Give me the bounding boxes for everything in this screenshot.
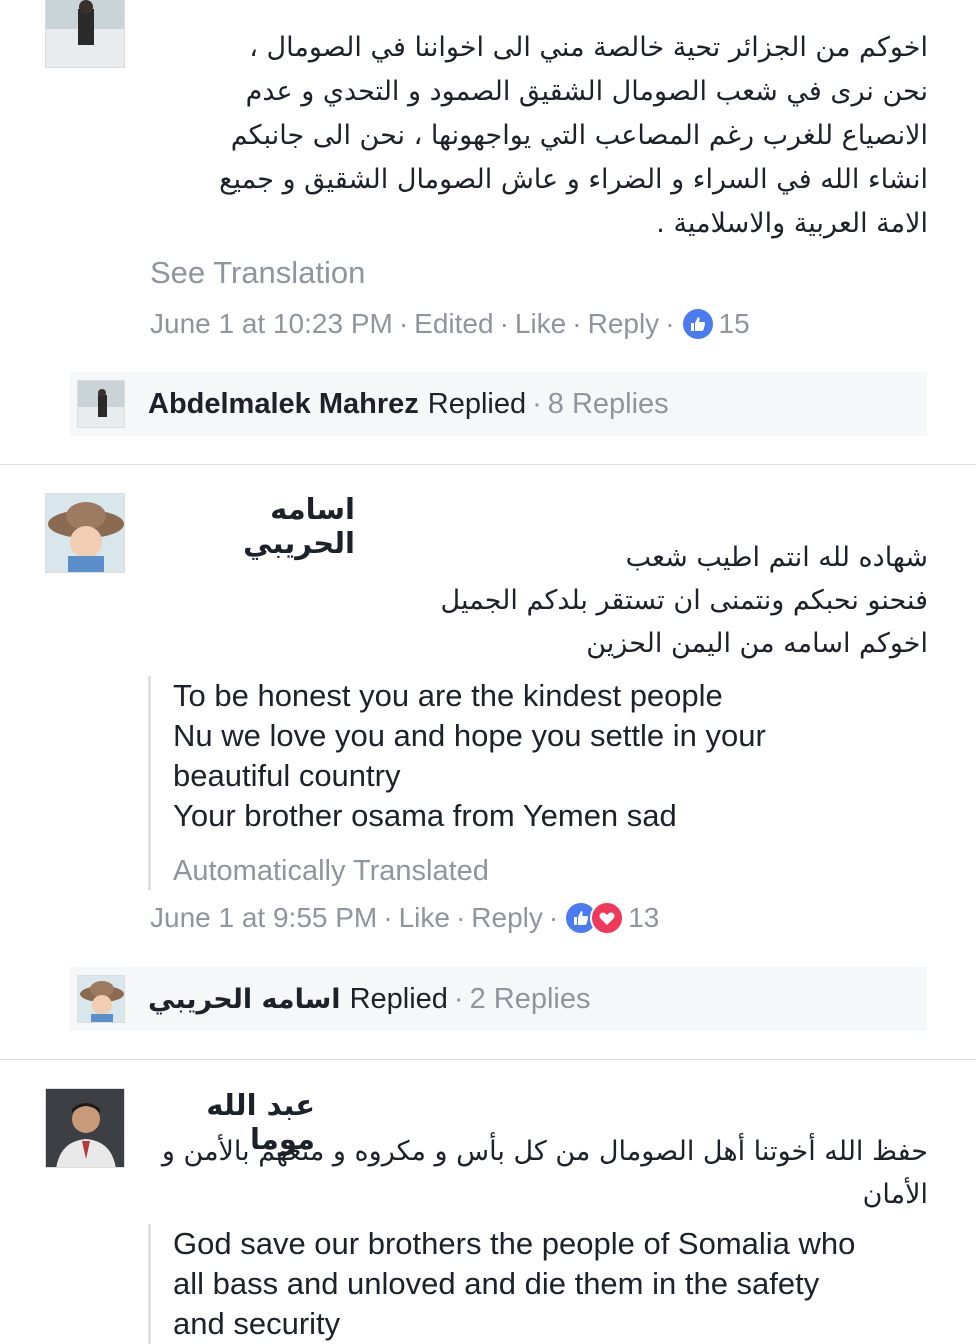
reaction-count[interactable]: 15 <box>719 308 750 340</box>
like-button[interactable]: Like <box>399 902 450 934</box>
comment-line: اخوكم من الجزائر تحية خالصة مني الى اخوا… <box>249 32 928 63</box>
comment-line: انشاء الله في السراء و الضراء و عاش الصو… <box>219 164 928 195</box>
translation-line: all bass and unloved and die them in the… <box>173 1266 820 1301</box>
comment-meta: June 1 at 9:55 PM · Like · Reply · 13 <box>150 898 659 938</box>
comment-line: نحن نرى في شعب الصومال الشقيق الصمود و ا… <box>245 76 928 107</box>
separator: · <box>398 308 409 339</box>
translation-line: God save our brothers the people of Soma… <box>173 1226 856 1261</box>
translation-block: God save our brothers the people of Soma… <box>148 1224 953 1344</box>
reply-button[interactable]: Reply <box>471 902 543 934</box>
comment-line: الانصياع للغرب رغم المصاعب التي يواجهونه… <box>230 120 928 151</box>
separator: · <box>532 387 542 420</box>
auto-translated-label[interactable]: Automatically Translated <box>173 855 953 888</box>
avatar-photo-icon <box>78 381 124 427</box>
separator: · <box>499 308 509 339</box>
replies-summary: Abdelmalek Mahrez Replied · 8 Replies <box>148 372 669 436</box>
avatar <box>77 380 125 428</box>
translation-line: and security <box>173 1306 341 1341</box>
replies-count[interactable]: 8 Replies <box>548 388 669 421</box>
translation-block: To be honest you are the kindest people … <box>148 676 953 890</box>
reply-author-name[interactable]: Abdelmalek Mahrez <box>148 388 419 421</box>
replies-count[interactable]: 2 Replies <box>470 983 591 1016</box>
separator: · <box>665 308 675 339</box>
reaction-count[interactable]: 13 <box>628 902 659 934</box>
separator: · <box>548 902 559 933</box>
avatar-child-photo-icon <box>46 494 124 572</box>
comment-line: حفظ الله أخوتنا أهل الصومال من كل بأس و … <box>161 1136 928 1167</box>
comment-divider <box>0 1059 976 1060</box>
comment-line: الأمان <box>862 1179 928 1210</box>
comment-line: اخوكم اسامه من اليمن الحزين <box>586 628 928 659</box>
translation-text: God save our brothers the people of Soma… <box>173 1224 953 1344</box>
comment-text: حفظ الله أخوتنا أهل الصومال من كل بأس و … <box>150 1130 928 1216</box>
timestamp[interactable]: June 1 at 9:55 PM <box>150 902 377 934</box>
like-button[interactable]: Like <box>515 308 566 340</box>
translation-line: Your brother osama from Yemen sad <box>173 798 677 833</box>
comment-line: فنحنو نحبكم ونتمنى ان تستقر بلدكم الجميل <box>440 585 928 616</box>
replies-summary: اسامه الحريبي Replied · 2 Replies <box>148 967 590 1031</box>
replies-bar[interactable]: Abdelmalek Mahrez Replied · 8 Replies <box>70 372 927 436</box>
comment-divider <box>0 464 976 465</box>
comment-line: شهاده لله انتم اطيب شعب <box>625 542 928 573</box>
like-reaction-icon[interactable] <box>680 307 715 341</box>
avatar[interactable] <box>45 1088 125 1168</box>
comment-text: اخوكم من الجزائر تحية خالصة مني الى اخوا… <box>150 26 928 246</box>
separator: · <box>383 902 393 933</box>
translation-line: beautiful country <box>173 758 401 793</box>
replied-label: Replied <box>427 387 527 420</box>
comment-text: شهاده لله انتم اطيب شعب فنحنو نحبكم ونتم… <box>150 536 928 665</box>
reply-author-name[interactable]: اسامه الحريبي <box>148 984 341 1015</box>
translation-line: To be honest you are the kindest people <box>173 678 723 713</box>
heart-icon <box>599 912 615 925</box>
comment-line: الامة العربية والاسلامية . <box>656 208 928 239</box>
avatar-man-photo-icon <box>46 1089 124 1167</box>
separator: · <box>455 902 466 933</box>
replied-label: Replied <box>349 982 448 1015</box>
replies-bar[interactable]: اسامه الحريبي Replied · 2 Replies <box>70 967 927 1031</box>
reply-button[interactable]: Reply <box>588 308 660 340</box>
translation-line: Nu we love you and hope you settle in yo… <box>173 718 766 753</box>
thumbs-up-icon <box>574 911 589 925</box>
avatar-photo-icon <box>46 0 124 67</box>
avatar[interactable] <box>45 0 125 68</box>
avatar <box>77 975 125 1023</box>
love-reaction-icon[interactable] <box>590 901 625 935</box>
avatar[interactable] <box>45 493 125 573</box>
edited-label[interactable]: Edited <box>414 308 493 340</box>
separator: · <box>453 982 464 1015</box>
thumbs-up-icon <box>690 317 705 331</box>
translation-text: To be honest you are the kindest people … <box>173 676 953 836</box>
comment-meta: June 1 at 10:23 PM · Edited · Like · Rep… <box>150 304 750 344</box>
separator: · <box>572 308 582 339</box>
see-translation-link[interactable]: See Translation <box>150 255 365 291</box>
avatar-child-photo-icon <box>78 976 124 1022</box>
timestamp[interactable]: June 1 at 10:23 PM <box>150 308 393 340</box>
